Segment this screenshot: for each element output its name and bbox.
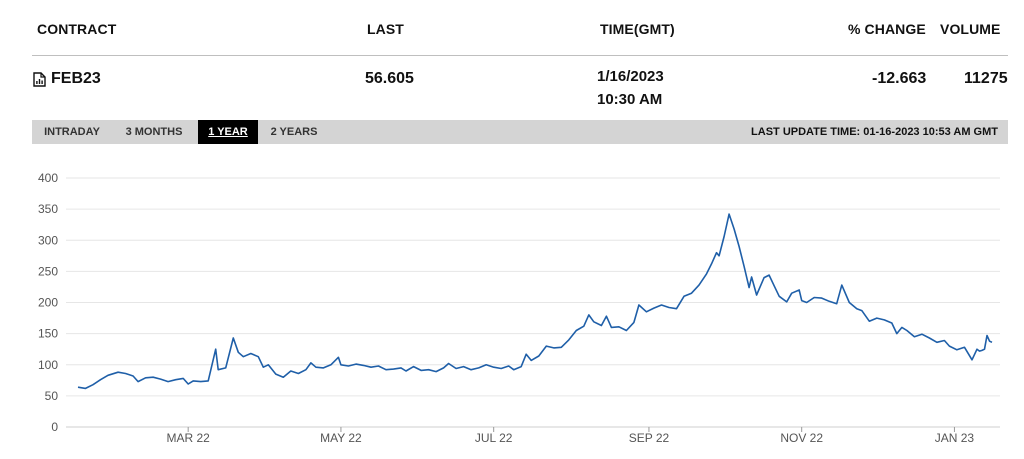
y-tick-label: 150 (38, 327, 58, 341)
y-tick-label: 200 (38, 296, 58, 310)
header-change: % CHANGE (848, 21, 926, 37)
header-last: LAST (367, 21, 404, 37)
document-chart-icon (33, 71, 46, 87)
header-time: TIME(GMT) (600, 21, 675, 37)
y-tick-label: 300 (38, 233, 58, 247)
last-price: 56.605 (365, 70, 414, 87)
y-tick-label: 100 (38, 358, 58, 372)
x-tick-label: NOV 22 (780, 431, 823, 445)
tab-1-year[interactable]: 1 YEAR (198, 120, 258, 144)
x-tick-label: JAN 23 (935, 431, 975, 445)
contract-cell[interactable]: FEB23 (33, 70, 101, 88)
x-tick-label: JUL 22 (475, 431, 513, 445)
x-axis: MAR 22 MAY 22 JUL 22 SEP 22 NOV 22 JAN 23 (167, 427, 975, 445)
header-volume: VOLUME (940, 21, 1001, 37)
trade-date: 1/16/2023 (597, 68, 664, 85)
range-tab-bar: INTRADAY 3 MONTHS 1 YEAR 2 YEARS LAST UP… (32, 120, 1008, 144)
percent-change: -12.663 (872, 70, 927, 87)
chart-grid (66, 177, 1000, 428)
tab-2-years[interactable]: 2 YEARS (268, 120, 320, 144)
y-tick-label: 250 (38, 264, 58, 278)
price-line-chart: 0 50 100 150 200 250 300 350 400 MAR 22 MAY 22 JUL… (38, 171, 1000, 445)
volume-value: 11275 (964, 70, 1008, 87)
y-tick-label: 400 (38, 171, 58, 185)
tab-intraday[interactable]: INTRADAY (40, 120, 104, 144)
header-contract: CONTRACT (37, 21, 117, 37)
last-update-time: LAST UPDATE TIME: 01-16-2023 10:53 AM GM… (751, 126, 998, 138)
y-tick-label: 50 (45, 389, 59, 403)
x-tick-label: MAR 22 (167, 431, 211, 445)
trade-time: 10:30 AM (597, 91, 663, 108)
x-tick-label: SEP 22 (629, 431, 670, 445)
x-tick-label: MAY 22 (320, 431, 362, 445)
contract-name: FEB23 (51, 70, 101, 87)
y-tick-label: 0 (51, 420, 58, 434)
y-axis: 0 50 100 150 200 250 300 350 400 (38, 171, 58, 434)
tab-3-months[interactable]: 3 MONTHS (122, 120, 186, 144)
header-divider (32, 55, 1008, 56)
y-tick-label: 350 (38, 202, 58, 216)
